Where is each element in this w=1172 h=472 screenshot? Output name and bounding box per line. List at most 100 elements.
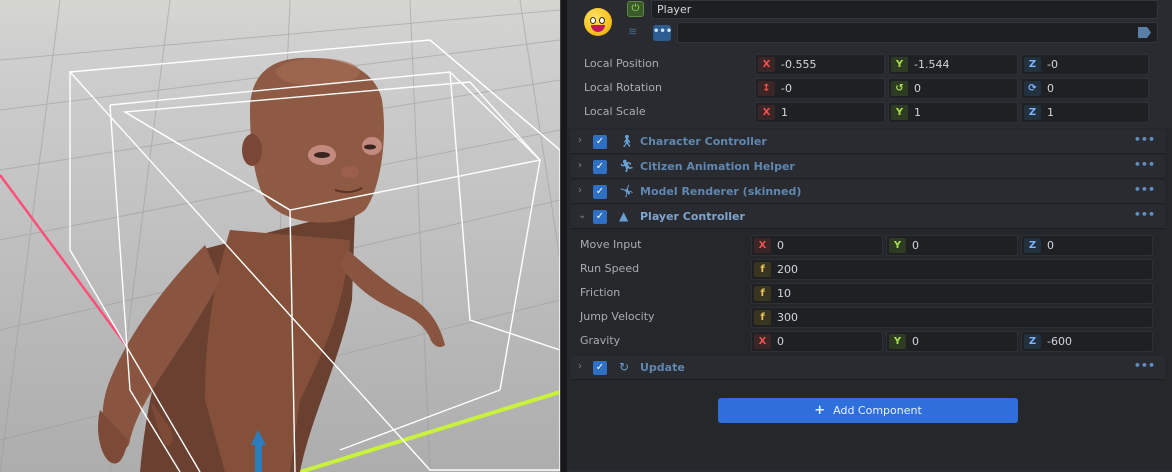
rotation-roll-value: 0 [1047,82,1054,95]
component-player-controller[interactable]: ⌄ ✓ ▲ Player Controller ••• [571,205,1165,229]
local-scale-row: Local Scale X 1 Y 1 Z 1 [567,100,1172,124]
component-enabled-checkbox[interactable]: ✓ [593,135,607,149]
rotation-yaw-field[interactable]: ↺ 0 [888,78,1018,99]
rotation-pitch-value: -0 [781,82,792,95]
scene-viewport[interactable] [0,0,560,472]
jump-velocity-label: Jump Velocity [580,310,655,323]
chevron-right-icon[interactable]: › [578,185,582,196]
jump-velocity-row: Jump Velocity f 300 [567,305,1172,329]
friction-field[interactable]: f 10 [751,283,1153,304]
component-title: Player Controller [640,210,745,223]
y-axis-icon: Y [889,238,906,253]
local-position-label: Local Position [584,57,659,70]
gravity-z-field[interactable]: Z -600 [1021,331,1153,352]
component-more-icon[interactable]: ••• [1134,183,1155,196]
local-scale-label: Local Scale [584,105,646,118]
friction-value: 10 [777,287,791,300]
position-x-value: -0.555 [781,58,817,71]
z-axis-icon: Z [1024,334,1041,349]
gameobject-emoji-icon[interactable] [584,8,612,36]
gravity-y-field[interactable]: Y 0 [886,331,1018,352]
position-y-field[interactable]: Y -1.544 [888,54,1018,75]
jump-velocity-field[interactable]: f 300 [751,307,1153,328]
tags-menu-button[interactable]: ••• [653,25,672,41]
friction-row: Friction f 10 [567,281,1172,305]
z-axis-icon: Z [1024,238,1041,253]
component-enabled-checkbox[interactable]: ✓ [593,160,607,174]
y-axis-line [299,390,560,472]
running-person-icon: 🏃︎ [619,159,635,173]
local-rotation-row: Local Rotation ↕ -0 ↺ 0 ⟳ 0 [567,76,1172,100]
character-model [98,57,445,472]
enabled-toggle-power-icon[interactable]: ⏻ [627,1,644,17]
component-more-icon[interactable]: ••• [1134,158,1155,171]
scale-z-value: 1 [1047,106,1054,119]
plus-icon: + [814,403,826,418]
move-input-y-value: 0 [912,239,919,252]
component-character-controller[interactable]: › ✓ 🚶︎ Character Controller ••• [571,130,1165,154]
component-more-icon[interactable]: ••• [1134,208,1155,221]
friction-label: Friction [580,286,621,299]
y-axis-icon: Y [891,57,908,72]
gravity-row: Gravity X 0 Y 0 Z -600 [567,329,1172,353]
component-more-icon[interactable]: ••• [1134,359,1155,372]
tag-icon[interactable] [1138,27,1151,38]
inspector-panel: ⏻ Player ≋ ••• Local Position X -0.555 Y… [567,0,1172,472]
move-input-x-field[interactable]: X 0 [751,235,883,256]
gravity-x-field[interactable]: X 0 [751,331,883,352]
add-component-label: Add Component [833,404,922,417]
tags-input[interactable] [677,22,1158,43]
component-enabled-checkbox[interactable]: ✓ [593,185,607,199]
add-component-button[interactable]: + Add Component [718,398,1018,423]
yaw-rotate-icon: ↺ [891,81,908,96]
component-more-icon[interactable]: ••• [1134,133,1155,146]
position-z-field[interactable]: Z -0 [1021,54,1149,75]
pitch-arrow-icon: ↕ [758,81,775,96]
chevron-down-icon[interactable]: ⌄ [578,210,586,221]
y-axis-icon: Y [889,334,906,349]
gameobject-name-input[interactable]: Player [651,0,1158,19]
component-update[interactable]: › ✓ ↻ Update ••• [571,356,1165,380]
roll-rotate-icon: ⟳ [1024,81,1041,96]
position-x-field[interactable]: X -0.555 [755,54,885,75]
local-rotation-label: Local Rotation [584,81,663,94]
x-axis-icon: X [754,334,771,349]
scale-z-field[interactable]: Z 1 [1021,102,1149,123]
gravity-y-value: 0 [912,335,919,348]
component-model-renderer[interactable]: › ✓ 🤸︎ Model Renderer (skinned) ••• [571,180,1165,204]
scale-y-field[interactable]: Y 1 [888,102,1018,123]
move-input-label: Move Input [580,238,642,251]
float-icon: f [754,310,771,325]
component-title: Citizen Animation Helper [640,160,795,173]
chevron-right-icon[interactable]: › [578,160,582,171]
move-input-row: Move Input X 0 Y 0 Z 0 [567,233,1172,257]
move-input-x-value: 0 [777,239,784,252]
component-citizen-animation-helper[interactable]: › ✓ 🏃︎ Citizen Animation Helper ••• [571,155,1165,179]
run-speed-label: Run Speed [580,262,640,275]
refresh-icon: ↻ [619,360,630,374]
rotation-roll-field[interactable]: ⟳ 0 [1021,78,1149,99]
move-input-y-field[interactable]: Y 0 [886,235,1018,256]
x-axis-icon: X [758,105,775,120]
component-enabled-checkbox[interactable]: ✓ [593,361,607,375]
move-input-z-field[interactable]: Z 0 [1021,235,1153,256]
z-axis-icon: Z [1024,57,1041,72]
float-icon: f [754,286,771,301]
x-axis-icon: X [754,238,771,253]
position-y-value: -1.544 [914,58,950,71]
float-icon: f [754,262,771,277]
network-mode-icon[interactable]: ≋ [628,25,637,38]
rotation-yaw-value: 0 [914,82,921,95]
component-enabled-checkbox[interactable]: ✓ [593,210,607,224]
chevron-right-icon[interactable]: › [578,135,582,146]
x-axis-icon: X [758,57,775,72]
gravity-z-value: -600 [1047,335,1072,348]
viewport-scene [0,0,560,472]
y-axis-icon: Y [891,105,908,120]
component-title: Model Renderer (skinned) [640,185,802,198]
scale-x-field[interactable]: X 1 [755,102,885,123]
chevron-right-icon[interactable]: › [578,361,582,372]
rotation-pitch-field[interactable]: ↕ -0 [755,78,885,99]
panel-splitter[interactable] [560,0,567,472]
run-speed-field[interactable]: f 200 [751,259,1153,280]
